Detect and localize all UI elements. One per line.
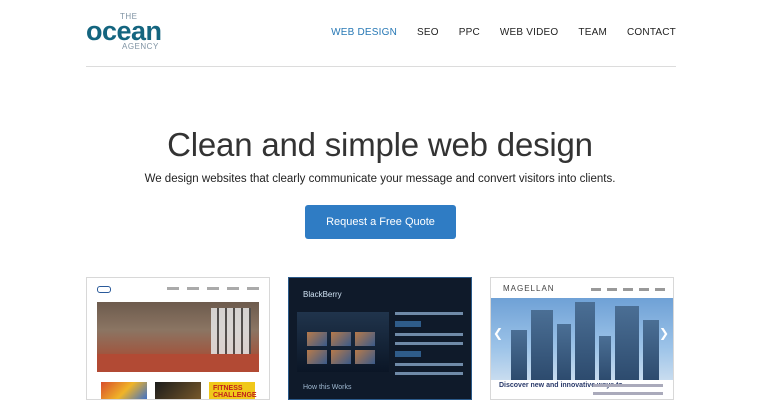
gym-windows	[211, 308, 251, 354]
main-nav: WEB DESIGN SEO PPC WEB VIDEO TEAM CONTAC…	[311, 27, 676, 38]
thumb-nav	[167, 287, 259, 290]
skyline-photo	[491, 298, 673, 380]
nav-contact[interactable]: CONTACT	[627, 27, 676, 38]
thumb-nav	[591, 288, 665, 291]
info-column	[395, 312, 463, 381]
nav-seo[interactable]: SEO	[417, 27, 439, 38]
nav-web-video[interactable]: WEB VIDEO	[500, 27, 558, 38]
portfolio-thumb-fitness[interactable]: FITNESS CHALLENGE	[86, 277, 270, 400]
logo-ocean: ocean	[86, 16, 162, 46]
magellan-brand: MAGELLAN	[503, 284, 555, 293]
logo-agency: AGENCY	[122, 42, 159, 51]
slider-prev-icon[interactable]: ❮	[493, 326, 503, 340]
portfolio-thumb-blackberry[interactable]: BlackBerry How this Works	[288, 277, 472, 400]
slider-next-icon[interactable]: ❯	[659, 326, 669, 340]
how-it-works-heading: How this Works	[303, 384, 352, 391]
running-track	[97, 354, 259, 372]
promo-tile-fitness: FITNESS CHALLENGE	[209, 382, 257, 399]
hero-subtitle: We design websites that clearly communic…	[144, 173, 616, 185]
nav-team[interactable]: TEAM	[578, 27, 607, 38]
promo-tile-colorful	[101, 382, 147, 399]
portfolio-thumb-magellan[interactable]: MAGELLAN ❮ ❯ Discover new and innovative…	[490, 277, 674, 400]
nav-ppc[interactable]: PPC	[459, 27, 480, 38]
blackberry-brand: BlackBerry	[303, 290, 342, 299]
nav-web-design[interactable]: WEB DESIGN	[331, 27, 397, 38]
app-screens	[307, 332, 375, 364]
gym-photo	[97, 302, 259, 372]
site-header: THE ocean AGENCY WEB DESIGN SEO PPC WEB …	[86, 0, 676, 67]
ocean-agency-logo[interactable]: THE ocean AGENCY	[86, 12, 176, 54]
hero-title: Clean and simple web design	[167, 126, 593, 163]
request-quote-button[interactable]: Request a Free Quote	[305, 205, 456, 239]
search-panel	[593, 384, 663, 399]
fitness-challenge-label: FITNESS CHALLENGE	[213, 385, 257, 399]
promo-tile-dark	[155, 382, 201, 399]
thumb-logo	[97, 286, 111, 293]
